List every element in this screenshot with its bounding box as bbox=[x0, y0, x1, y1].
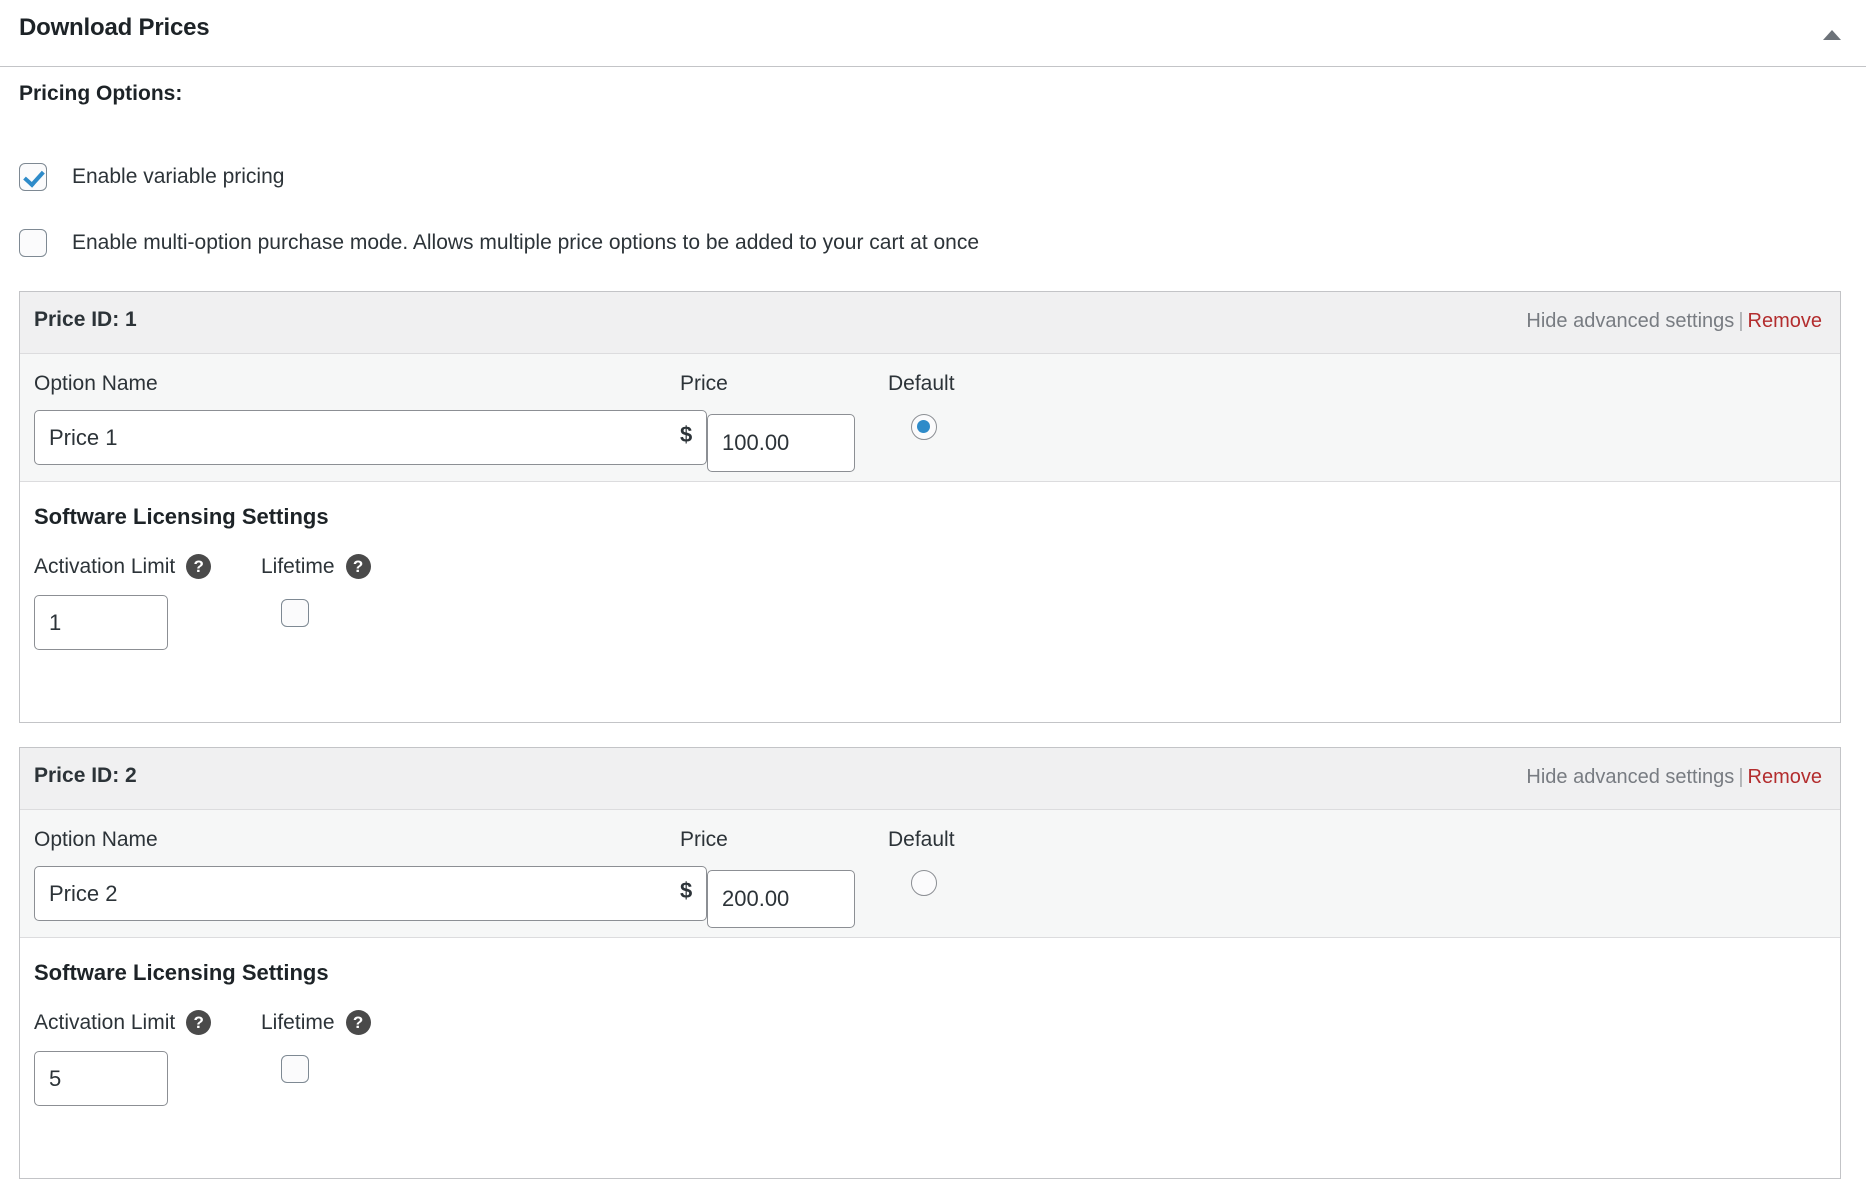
link-separator: | bbox=[1738, 766, 1743, 788]
activation-limit-label-group: Activation Limit ? bbox=[34, 1010, 211, 1035]
activation-limit-input[interactable] bbox=[34, 595, 168, 650]
lifetime-checkbox[interactable] bbox=[281, 599, 309, 627]
currency-symbol: $ bbox=[680, 422, 692, 448]
help-icon[interactable]: ? bbox=[186, 554, 211, 579]
help-icon[interactable]: ? bbox=[186, 1010, 211, 1035]
licensing-section-title: Software Licensing Settings bbox=[34, 960, 329, 986]
price-label: Price bbox=[680, 828, 728, 852]
lifetime-label-group: Lifetime ? bbox=[261, 1010, 371, 1035]
enable-variable-pricing-checkbox[interactable] bbox=[19, 163, 47, 191]
activation-limit-input[interactable] bbox=[34, 1051, 168, 1106]
price-id-label: Price ID: 1 bbox=[34, 308, 137, 332]
price-block-header-actions: Hide advanced settings|Remove bbox=[1526, 766, 1822, 789]
pricing-options-heading: Pricing Options: bbox=[19, 82, 182, 106]
remove-price-link[interactable]: Remove bbox=[1748, 766, 1822, 788]
lifetime-label: Lifetime bbox=[261, 1011, 335, 1035]
price-block-main-row: Option Name Price Default $ bbox=[20, 354, 1840, 482]
lifetime-label-group: Lifetime ? bbox=[261, 554, 371, 579]
activation-limit-label-group: Activation Limit ? bbox=[34, 554, 211, 579]
option-name-input[interactable] bbox=[34, 866, 707, 921]
multi-option-purchase-row[interactable]: Enable multi-option purchase mode. Allow… bbox=[19, 229, 979, 257]
variable-pricing-row[interactable]: Enable variable pricing bbox=[19, 163, 284, 191]
lifetime-checkbox[interactable] bbox=[281, 1055, 309, 1083]
lifetime-label: Lifetime bbox=[261, 555, 335, 579]
hide-advanced-settings-link[interactable]: Hide advanced settings bbox=[1526, 310, 1734, 332]
price-option-block: Price ID: 1 Hide advanced settings|Remov… bbox=[19, 291, 1841, 723]
software-licensing-settings-section: Software Licensing Settings Activation L… bbox=[20, 482, 1840, 722]
currency-symbol: $ bbox=[680, 878, 692, 904]
price-block-main-row: Option Name Price Default $ bbox=[20, 810, 1840, 938]
default-label: Default bbox=[888, 828, 955, 852]
enable-multi-option-purchase-label[interactable]: Enable multi-option purchase mode. Allow… bbox=[72, 231, 979, 255]
option-name-input[interactable] bbox=[34, 410, 707, 465]
default-label: Default bbox=[888, 372, 955, 396]
help-icon[interactable]: ? bbox=[346, 554, 371, 579]
price-label: Price bbox=[680, 372, 728, 396]
price-block-header-actions: Hide advanced settings|Remove bbox=[1526, 310, 1822, 333]
licensing-section-title: Software Licensing Settings bbox=[34, 504, 329, 530]
option-name-label: Option Name bbox=[34, 828, 158, 852]
price-id-label: Price ID: 2 bbox=[34, 764, 137, 788]
caret-up-glyph bbox=[1823, 30, 1841, 40]
price-block-header: Price ID: 2 Hide advanced settings|Remov… bbox=[20, 748, 1840, 810]
hide-advanced-settings-link[interactable]: Hide advanced settings bbox=[1526, 766, 1734, 788]
enable-variable-pricing-label[interactable]: Enable variable pricing bbox=[72, 165, 284, 189]
default-price-radio[interactable] bbox=[911, 414, 937, 440]
price-option-block: Price ID: 2 Hide advanced settings|Remov… bbox=[19, 747, 1841, 1179]
link-separator: | bbox=[1738, 310, 1743, 332]
price-input[interactable] bbox=[707, 414, 855, 472]
remove-price-link[interactable]: Remove bbox=[1748, 310, 1822, 332]
panel-header: Download Prices bbox=[0, 0, 1866, 67]
default-price-radio[interactable] bbox=[911, 870, 937, 896]
help-icon[interactable]: ? bbox=[346, 1010, 371, 1035]
caret-up-icon[interactable] bbox=[1820, 22, 1844, 46]
software-licensing-settings-section: Software Licensing Settings Activation L… bbox=[20, 938, 1840, 1178]
option-name-label: Option Name bbox=[34, 372, 158, 396]
activation-limit-label: Activation Limit bbox=[34, 1011, 175, 1035]
price-block-header: Price ID: 1 Hide advanced settings|Remov… bbox=[20, 292, 1840, 354]
enable-multi-option-purchase-checkbox[interactable] bbox=[19, 229, 47, 257]
price-input[interactable] bbox=[707, 870, 855, 928]
page-title: Download Prices bbox=[19, 14, 209, 42]
activation-limit-label: Activation Limit bbox=[34, 555, 175, 579]
